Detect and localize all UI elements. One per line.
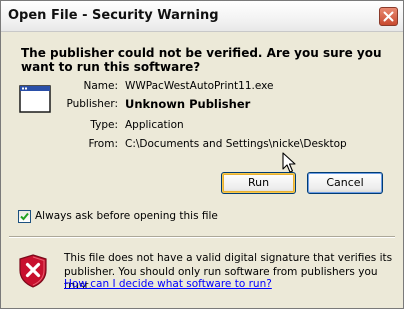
dialog-body: The publisher could not be verified. Are…	[1, 32, 403, 308]
from-value: C:\Documents and Settings\nicke\Desktop	[125, 138, 347, 150]
run-button[interactable]: Run	[221, 172, 296, 194]
dialog-heading: The publisher could not be verified. Are…	[21, 46, 382, 74]
title-bar[interactable]: Open File - Security Warning	[1, 1, 403, 32]
window-title: Open File - Security Warning	[8, 8, 219, 23]
type-label: Type:	[90, 119, 118, 131]
security-warning-dialog: Open File - Security Warning The publish…	[0, 0, 404, 309]
checkmark-icon	[20, 212, 29, 221]
name-label: Name:	[83, 80, 118, 92]
always-ask-label[interactable]: Always ask before opening this file	[35, 210, 218, 222]
close-button[interactable]	[379, 7, 398, 26]
publisher-label: Publisher:	[66, 98, 118, 110]
always-ask-checkbox[interactable]	[18, 210, 31, 223]
cancel-button[interactable]: Cancel	[307, 172, 383, 194]
mouse-pointer-icon	[282, 152, 296, 173]
type-value: Application	[125, 119, 184, 131]
separator-line	[9, 236, 395, 238]
from-label: From:	[88, 138, 118, 150]
security-shield-warning-icon	[19, 254, 47, 288]
name-value: WWPacWestAutoPrint11.exe	[125, 80, 274, 92]
close-icon	[383, 11, 394, 22]
help-link[interactable]: How can I decide what software to run?	[64, 278, 272, 290]
publisher-value: Unknown Publisher	[125, 97, 251, 111]
